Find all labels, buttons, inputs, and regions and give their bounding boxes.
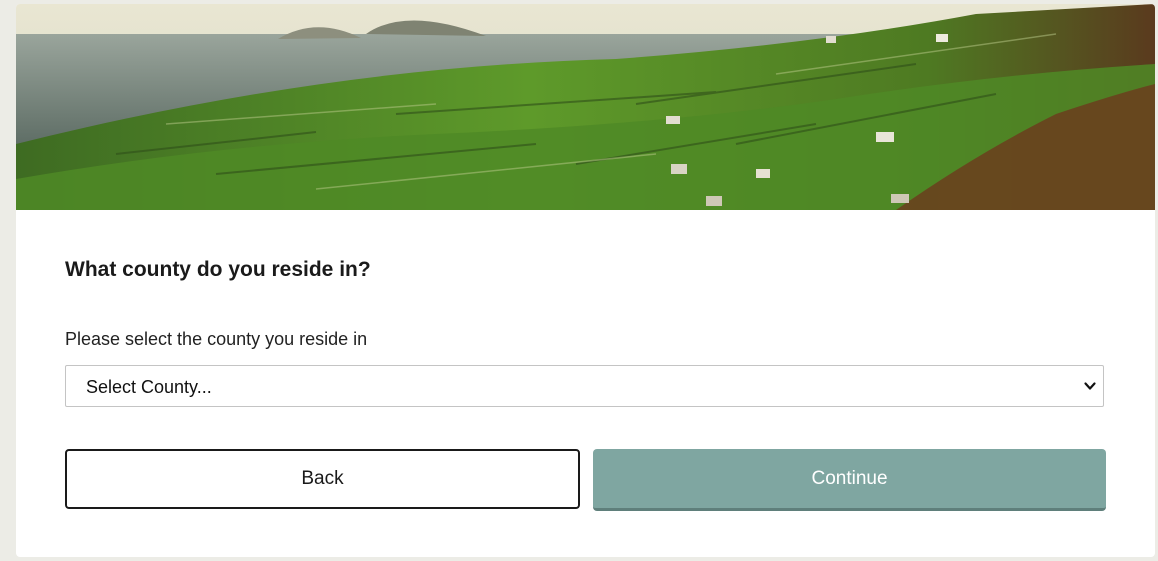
county-select-value: Select County...	[86, 377, 212, 397]
chevron-down-icon	[1084, 382, 1096, 390]
county-select[interactable]: Select County...	[65, 365, 1104, 407]
question-heading: What county do you reside in?	[65, 258, 371, 281]
back-button[interactable]: Back	[65, 449, 580, 509]
landscape-banner-image	[16, 4, 1155, 210]
continue-button[interactable]: Continue	[593, 449, 1106, 511]
continue-button-label: Continue	[811, 467, 888, 489]
back-button-label: Back	[301, 468, 344, 489]
county-select-label: Please select the county you reside in	[65, 329, 368, 349]
form-card: What county do you reside in? Please sel…	[16, 4, 1155, 557]
